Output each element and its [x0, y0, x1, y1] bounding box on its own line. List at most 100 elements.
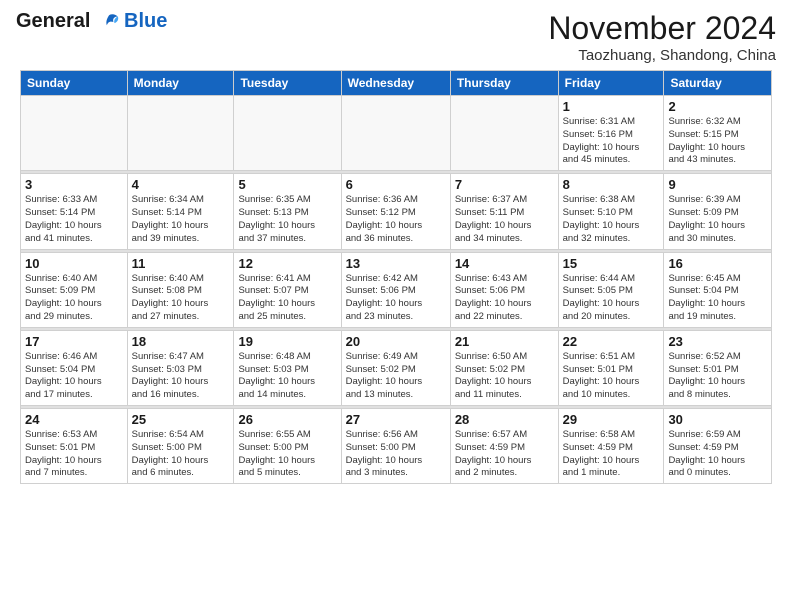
day-info-9: Sunrise: 6:39 AM Sunset: 5:09 PM Dayligh…: [668, 194, 767, 245]
day-number-10: 10: [25, 256, 123, 271]
day-number-28: 28: [455, 412, 554, 427]
day-cell-w2d2: 4 Sunrise: 6:34 AM Sunset: 5:14 PM Daylig…: [127, 174, 234, 249]
day-info-11: Sunrise: 6:40 AM Sunset: 5:08 PM Dayligh…: [132, 273, 230, 324]
day-info-30: Sunrise: 6:59 AM Sunset: 4:59 PM Dayligh…: [668, 429, 767, 480]
day-info-2: Sunrise: 6:32 AM Sunset: 5:15 PM Dayligh…: [668, 116, 767, 167]
logo-text: General Blue: [16, 10, 167, 33]
day-cell-w4d5: 21 Sunrise: 6:50 AM Sunset: 5:02 PM Dayli…: [450, 330, 558, 405]
day-number-5: 5: [238, 177, 336, 192]
week-row-1: 1Sunrise: 6:31 AM Sunset: 5:16 PM Daylig…: [21, 96, 772, 171]
day-cell-w4d2: 18Sunrise: 6:47 AM Sunset: 5:03 PM Dayli…: [127, 330, 234, 405]
day-info-16: Sunrise: 6:45 AM Sunset: 5:04 PM Dayligh…: [668, 273, 767, 324]
day-info-22: Sunrise: 6:51 AM Sunset: 5:01 PM Dayligh…: [563, 351, 660, 402]
header-saturday: Saturday: [664, 71, 772, 96]
day-cell-w1d1: [21, 96, 128, 171]
day-cell-w1d3: [234, 96, 341, 171]
day-number-22: 22: [563, 334, 660, 349]
day-info-14: Sunrise: 6:43 AM Sunset: 5:06 PM Dayligh…: [455, 273, 554, 324]
day-info-26: Sunrise: 6:55 AM Sunset: 5:00 PM Dayligh…: [238, 429, 336, 480]
day-info-20: Sunrise: 6:49 AM Sunset: 5:02 PM Dayligh…: [346, 351, 446, 402]
day-cell-w4d4: 20 Sunrise: 6:49 AM Sunset: 5:02 PM Dayli…: [341, 330, 450, 405]
day-info-27: Sunrise: 6:56 AM Sunset: 5:00 PM Dayligh…: [346, 429, 446, 480]
header-tuesday: Tuesday: [234, 71, 341, 96]
day-number-30: 30: [668, 412, 767, 427]
day-cell-w1d7: 2 Sunrise: 6:32 AM Sunset: 5:15 PM Daylig…: [664, 96, 772, 171]
calendar-wrapper: Sunday Monday Tuesday Wednesday Thursday…: [0, 70, 792, 484]
day-number-25: 25: [132, 412, 230, 427]
day-number-19: 19: [238, 334, 336, 349]
day-number-4: 4: [132, 177, 230, 192]
day-info-25: Sunrise: 6:54 AM Sunset: 5:00 PM Dayligh…: [132, 429, 230, 480]
day-cell-w3d7: 16 Sunrise: 6:45 AM Sunset: 5:04 PM Dayli…: [664, 252, 772, 327]
day-info-3: Sunrise: 6:33 AM Sunset: 5:14 PM Dayligh…: [25, 194, 123, 245]
day-number-26: 26: [238, 412, 336, 427]
day-number-6: 6: [346, 177, 446, 192]
day-info-5: Sunrise: 6:35 AM Sunset: 5:13 PM Dayligh…: [238, 194, 336, 245]
day-cell-w4d3: 19Sunrise: 6:48 AM Sunset: 5:03 PM Dayli…: [234, 330, 341, 405]
day-info-10: Sunrise: 6:40 AM Sunset: 5:09 PM Dayligh…: [25, 273, 123, 324]
day-number-14: 14: [455, 256, 554, 271]
day-cell-w3d2: 11Sunrise: 6:40 AM Sunset: 5:08 PM Dayli…: [127, 252, 234, 327]
day-cell-w2d7: 9 Sunrise: 6:39 AM Sunset: 5:09 PM Daylig…: [664, 174, 772, 249]
day-number-21: 21: [455, 334, 554, 349]
day-number-18: 18: [132, 334, 230, 349]
day-number-23: 23: [668, 334, 767, 349]
day-number-17: 17: [25, 334, 123, 349]
logo-bird-icon: [98, 11, 120, 33]
day-cell-w2d1: 3 Sunrise: 6:33 AM Sunset: 5:14 PM Daylig…: [21, 174, 128, 249]
day-info-23: Sunrise: 6:52 AM Sunset: 5:01 PM Dayligh…: [668, 351, 767, 402]
day-cell-w4d7: 23 Sunrise: 6:52 AM Sunset: 5:01 PM Dayli…: [664, 330, 772, 405]
day-info-29: Sunrise: 6:58 AM Sunset: 4:59 PM Dayligh…: [563, 429, 660, 480]
day-number-12: 12: [238, 256, 336, 271]
day-cell-w3d4: 13Sunrise: 6:42 AM Sunset: 5:06 PM Dayli…: [341, 252, 450, 327]
day-number-20: 20: [346, 334, 446, 349]
logo-general: General: [16, 10, 90, 32]
day-cell-w5d6: 29 Sunrise: 6:58 AM Sunset: 4:59 PM Dayli…: [558, 409, 664, 484]
day-cell-w5d2: 25 Sunrise: 6:54 AM Sunset: 5:00 PM Dayli…: [127, 409, 234, 484]
header: General Blue November 2024 Taozhuang, Sh…: [0, 0, 792, 70]
days-header-row: Sunday Monday Tuesday Wednesday Thursday…: [21, 71, 772, 96]
day-cell-w4d1: 17 Sunrise: 6:46 AM Sunset: 5:04 PM Dayli…: [21, 330, 128, 405]
header-monday: Monday: [127, 71, 234, 96]
header-friday: Friday: [558, 71, 664, 96]
day-number-9: 9: [668, 177, 767, 192]
logo: General Blue: [16, 10, 167, 33]
day-cell-w1d2: [127, 96, 234, 171]
day-info-12: Sunrise: 6:41 AM Sunset: 5:07 PM Dayligh…: [238, 273, 336, 324]
day-cell-w2d3: 5 Sunrise: 6:35 AM Sunset: 5:13 PM Daylig…: [234, 174, 341, 249]
day-cell-w3d5: 14 Sunrise: 6:43 AM Sunset: 5:06 PM Dayli…: [450, 252, 558, 327]
day-cell-w3d1: 10 Sunrise: 6:40 AM Sunset: 5:09 PM Dayli…: [21, 252, 128, 327]
day-number-15: 15: [563, 256, 660, 271]
week-row-4: 17 Sunrise: 6:46 AM Sunset: 5:04 PM Dayli…: [21, 330, 772, 405]
day-number-29: 29: [563, 412, 660, 427]
day-cell-w1d4: [341, 96, 450, 171]
day-info-8: Sunrise: 6:38 AM Sunset: 5:10 PM Dayligh…: [563, 194, 660, 245]
day-info-24: Sunrise: 6:53 AM Sunset: 5:01 PM Dayligh…: [25, 429, 123, 480]
header-thursday: Thursday: [450, 71, 558, 96]
day-number-8: 8: [563, 177, 660, 192]
day-info-21: Sunrise: 6:50 AM Sunset: 5:02 PM Dayligh…: [455, 351, 554, 402]
day-cell-w5d5: 28Sunrise: 6:57 AM Sunset: 4:59 PM Dayli…: [450, 409, 558, 484]
day-number-16: 16: [668, 256, 767, 271]
week-row-2: 3 Sunrise: 6:33 AM Sunset: 5:14 PM Daylig…: [21, 174, 772, 249]
day-number-3: 3: [25, 177, 123, 192]
day-number-7: 7: [455, 177, 554, 192]
day-info-17: Sunrise: 6:46 AM Sunset: 5:04 PM Dayligh…: [25, 351, 123, 402]
day-number-2: 2: [668, 99, 767, 114]
day-info-4: Sunrise: 6:34 AM Sunset: 5:14 PM Dayligh…: [132, 194, 230, 245]
day-cell-w2d5: 7Sunrise: 6:37 AM Sunset: 5:11 PM Daylig…: [450, 174, 558, 249]
day-cell-w1d5: [450, 96, 558, 171]
day-cell-w3d3: 12 Sunrise: 6:41 AM Sunset: 5:07 PM Dayli…: [234, 252, 341, 327]
day-info-1: Sunrise: 6:31 AM Sunset: 5:16 PM Dayligh…: [563, 116, 660, 167]
location: Taozhuang, Shandong, China: [548, 47, 776, 64]
day-cell-w5d7: 30 Sunrise: 6:59 AM Sunset: 4:59 PM Dayli…: [664, 409, 772, 484]
day-cell-w5d3: 26 Sunrise: 6:55 AM Sunset: 5:00 PM Dayli…: [234, 409, 341, 484]
day-info-6: Sunrise: 6:36 AM Sunset: 5:12 PM Dayligh…: [346, 194, 446, 245]
day-number-27: 27: [346, 412, 446, 427]
day-info-13: Sunrise: 6:42 AM Sunset: 5:06 PM Dayligh…: [346, 273, 446, 324]
day-cell-w3d6: 15Sunrise: 6:44 AM Sunset: 5:05 PM Dayli…: [558, 252, 664, 327]
day-cell-w2d4: 6 Sunrise: 6:36 AM Sunset: 5:12 PM Daylig…: [341, 174, 450, 249]
header-sunday: Sunday: [21, 71, 128, 96]
day-cell-w5d4: 27 Sunrise: 6:56 AM Sunset: 5:00 PM Dayli…: [341, 409, 450, 484]
day-cell-w1d6: 1Sunrise: 6:31 AM Sunset: 5:16 PM Daylig…: [558, 96, 664, 171]
